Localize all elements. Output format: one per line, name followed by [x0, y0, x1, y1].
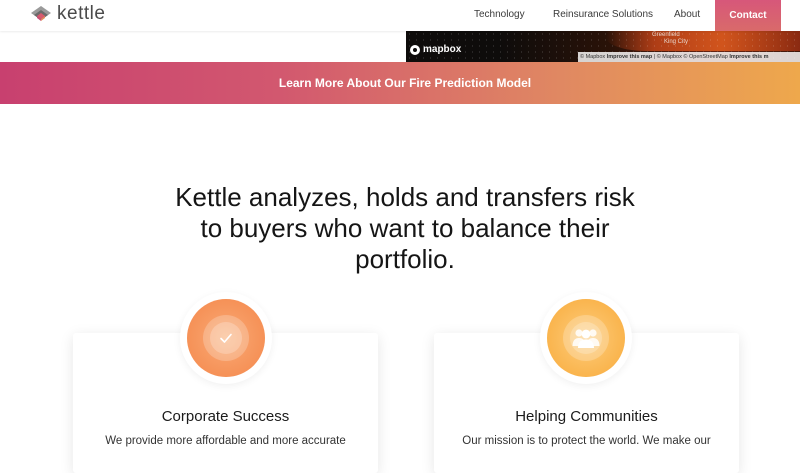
- page-headline: Kettle analyzes, holds and transfers ris…: [175, 182, 635, 274]
- fire-map[interactable]: Greenfield King City mapbox © Mapbox Imp…: [406, 31, 800, 62]
- nav-technology[interactable]: Technology: [474, 9, 525, 20]
- corporate-success-badge: [180, 292, 272, 384]
- contact-button[interactable]: Contact: [715, 0, 781, 31]
- attribution-osm-link[interactable]: | © Mapbox © OpenStreetMap: [654, 54, 728, 60]
- people-icon: [572, 329, 600, 348]
- map-place-label: Greenfield: [652, 32, 680, 38]
- card-description: Our mission is to protect the world. We …: [462, 435, 711, 447]
- mapbox-icon: [410, 44, 420, 55]
- improve-map-link-2[interactable]: Improve this m: [729, 54, 768, 60]
- nav-about[interactable]: About: [674, 9, 700, 20]
- mapbox-logo[interactable]: mapbox: [410, 44, 461, 55]
- badge-fill: [547, 299, 625, 377]
- contact-button-label: Contact: [729, 10, 767, 21]
- helping-communities-badge: [540, 292, 632, 384]
- map-place-label: King City: [664, 39, 689, 45]
- card-title: Corporate Success: [161, 408, 290, 425]
- badge-ring: [203, 315, 249, 361]
- nav-reinsurance-solutions[interactable]: Reinsurance Solutions: [553, 9, 653, 20]
- card-description: We provide more affordable and more accu…: [105, 435, 346, 447]
- improve-map-link[interactable]: Improve this map: [607, 54, 653, 60]
- kettle-logo-icon[interactable]: [30, 5, 52, 25]
- fire-model-banner[interactable]: Learn More About Our Fire Prediction Mod…: [0, 62, 800, 104]
- badge-ring-inner: [210, 322, 242, 354]
- check-icon: [220, 333, 232, 343]
- attribution-mapbox-link[interactable]: © Mapbox: [580, 54, 605, 60]
- badge-ring-inner: [570, 322, 602, 354]
- site-header: kettle Technology Reinsurance Solutions …: [0, 0, 800, 31]
- mapbox-wordmark: mapbox: [423, 44, 462, 55]
- badge-fill: [187, 299, 265, 377]
- banner-link-text[interactable]: Learn More About Our Fire Prediction Mod…: [279, 76, 531, 90]
- map-attribution: © Mapbox Improve this map | © Mapbox © O…: [578, 52, 800, 62]
- card-title: Helping Communities: [515, 408, 658, 425]
- logo-text[interactable]: kettle: [57, 3, 105, 25]
- badge-ring: [563, 315, 609, 361]
